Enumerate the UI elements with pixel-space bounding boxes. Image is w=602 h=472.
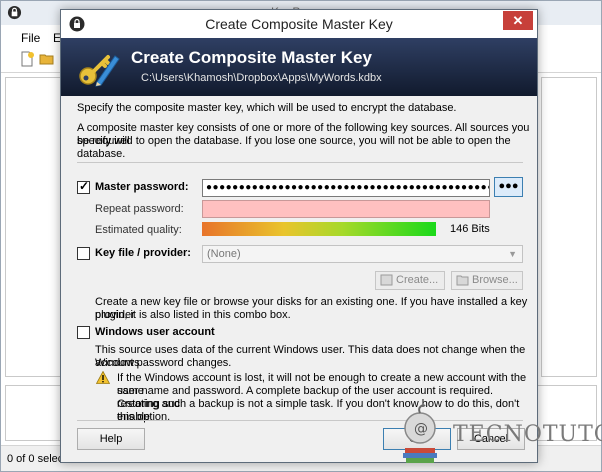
windows-account-checkbox[interactable] xyxy=(77,326,90,339)
close-button[interactable]: ✕ xyxy=(503,11,533,30)
key-file-checkbox[interactable] xyxy=(77,247,90,260)
database-path: C:\Users\Khamosh\Dropbox\Apps\MyWords.kd… xyxy=(141,72,382,84)
menu-file[interactable]: File xyxy=(21,31,40,45)
warning-icon xyxy=(96,371,110,384)
key-file-selected: (None) xyxy=(207,248,241,260)
browse-button-label: Browse... xyxy=(472,274,518,286)
quality-bits: 146 Bits xyxy=(450,223,490,235)
key-file-provider-select[interactable]: (None) ▼ xyxy=(202,245,523,263)
separator xyxy=(77,162,523,163)
browse-key-file-button[interactable]: Browse... xyxy=(451,271,523,290)
open-folder-icon[interactable] xyxy=(39,51,55,67)
folder-icon xyxy=(456,275,469,286)
banner-title: Create Composite Master Key xyxy=(131,48,372,67)
status-selection-count: 0 of 0 selec xyxy=(7,453,64,465)
create-master-key-dialog: Create Composite Master Key ✕ Create Com… xyxy=(60,9,538,463)
repeat-password-input[interactable] xyxy=(202,200,490,218)
key-pencil-icon xyxy=(79,55,120,87)
chevron-down-icon: ▼ xyxy=(508,249,517,259)
quality-progress-bar xyxy=(202,222,436,236)
new-database-icon[interactable] xyxy=(19,51,35,67)
show-password-button[interactable]: ●●● xyxy=(494,177,523,197)
entries-pane[interactable] xyxy=(541,77,597,377)
windows-account-desc-line-2: account password changes. xyxy=(95,357,232,369)
new-file-icon xyxy=(380,274,393,286)
svg-text:@: @ xyxy=(414,421,428,437)
create-key-file-button[interactable]: Create... xyxy=(375,271,445,290)
dialog-title: Create Composite Master Key xyxy=(205,16,393,32)
description-line-2: be required to open the database. If you… xyxy=(77,135,511,160)
estimated-quality-label: Estimated quality: xyxy=(95,224,182,236)
master-password-checkbox[interactable] xyxy=(77,179,90,194)
key-file-help-line-2: plugin, it is also listed in this combo … xyxy=(95,309,291,321)
key-file-label: Key file / provider: xyxy=(95,247,191,259)
master-password-input[interactable]: ●●●●●●●●●●●●●●●●●●●●●●●●●●●●●●●●●●●●●●●●… xyxy=(202,179,490,197)
help-button[interactable]: Help xyxy=(77,428,145,450)
master-password-label: Master password: xyxy=(95,181,189,193)
keepass-lock-icon xyxy=(7,5,22,20)
intro-text: Specify the composite master key, which … xyxy=(77,102,457,114)
watermark-logo-icon: @ xyxy=(403,404,437,463)
dialog-titlebar: Create Composite Master Key ✕ xyxy=(61,10,537,38)
dialog-banner: Create Composite Master Key C:\Users\Kha… xyxy=(61,38,537,96)
groups-pane[interactable] xyxy=(5,77,61,377)
create-button-label: Create... xyxy=(396,274,439,286)
watermark-text: TECNOTUTO xyxy=(453,422,602,447)
repeat-password-label: Repeat password: xyxy=(95,203,184,215)
warning-line-4: this option. xyxy=(117,411,171,423)
dialog-content: Specify the composite master key, which … xyxy=(61,96,537,423)
windows-account-label: Windows user account xyxy=(95,326,215,338)
watermark: @ TECNOTUTO xyxy=(395,400,602,470)
